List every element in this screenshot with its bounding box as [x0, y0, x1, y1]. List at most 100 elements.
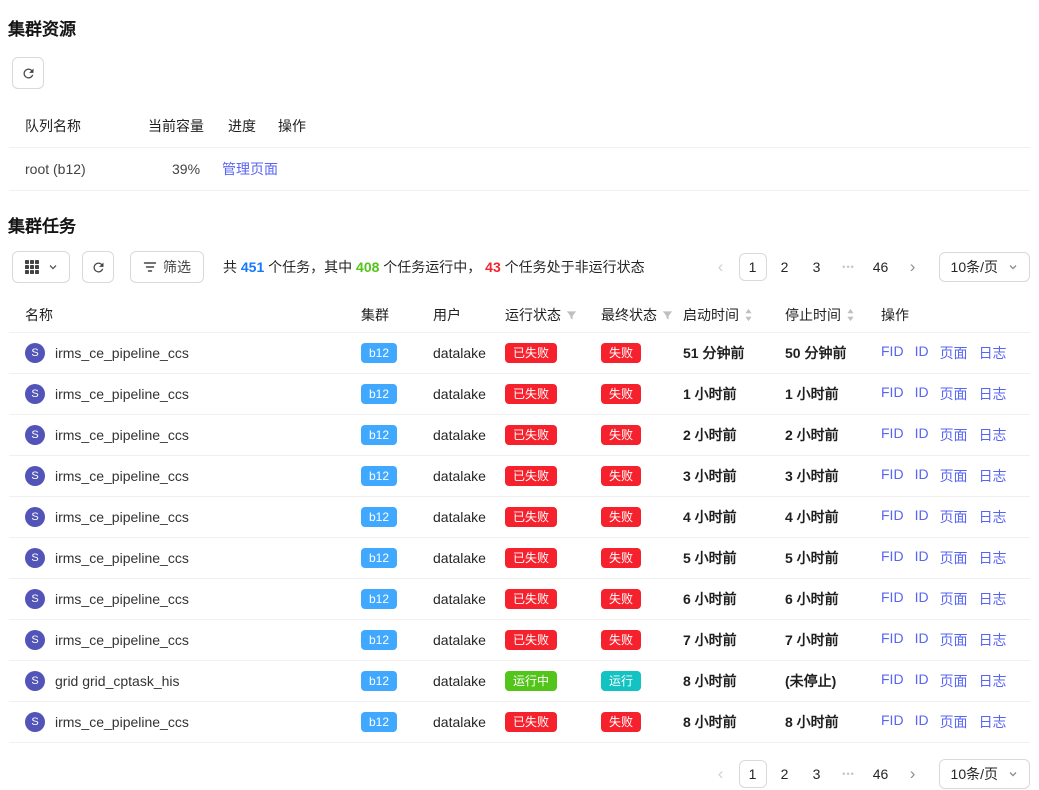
action-link-log[interactable]: 日志 [979, 630, 1007, 650]
pagination-ellipsis[interactable]: ••• [835, 253, 863, 281]
action-link-page[interactable]: 页面 [940, 548, 968, 568]
action-link-fid[interactable]: FID [881, 425, 904, 445]
action-link-log[interactable]: 日志 [979, 589, 1007, 609]
page-size-select[interactable]: 10条/页 [939, 759, 1030, 789]
action-link-log[interactable]: 日志 [979, 384, 1007, 404]
pagination-page-2[interactable]: 2 [771, 253, 799, 281]
task-row: S irms_ce_pipeline_ccs b12 datalake 已失败 … [9, 702, 1030, 743]
sort-icon[interactable] [846, 308, 855, 322]
cluster-badge: b12 [361, 507, 397, 527]
task-cluster-cell: b12 [361, 466, 433, 486]
pagination-prev-icon[interactable]: ‹ [707, 253, 735, 281]
action-link-page[interactable]: 页面 [940, 671, 968, 691]
col-stop-time-label: 停止时间 [785, 305, 841, 325]
action-link-id[interactable]: ID [915, 425, 929, 445]
stop-time: 6 小时前 [785, 589, 881, 609]
action-link-page[interactable]: 页面 [940, 384, 968, 404]
action-link-id[interactable]: ID [915, 548, 929, 568]
action-link-id[interactable]: ID [915, 712, 929, 732]
manage-page-link[interactable]: 管理页面 [222, 161, 278, 177]
action-link-page[interactable]: 页面 [940, 343, 968, 363]
pagination-next-icon[interactable]: › [899, 760, 927, 788]
task-run-status-cell: 运行中 [505, 671, 601, 691]
action-link-id[interactable]: ID [915, 507, 929, 527]
avatar: S [25, 630, 45, 650]
action-link-id[interactable]: ID [915, 671, 929, 691]
start-time: 2 小时前 [683, 425, 785, 445]
action-link-log[interactable]: 日志 [979, 507, 1007, 527]
cluster-badge: b12 [361, 589, 397, 609]
action-link-id[interactable]: ID [915, 466, 929, 486]
task-user: datalake [433, 509, 505, 525]
column-settings-dropdown[interactable] [12, 251, 70, 283]
action-link-fid[interactable]: FID [881, 712, 904, 732]
action-link-log[interactable]: 日志 [979, 712, 1007, 732]
action-link-log[interactable]: 日志 [979, 671, 1007, 691]
pagination-page-46[interactable]: 46 [867, 760, 895, 788]
action-link-fid[interactable]: FID [881, 671, 904, 691]
action-link-page[interactable]: 页面 [940, 425, 968, 445]
final-status-badge: 失败 [601, 384, 641, 404]
task-summary: 共 451 个任务，其中 408 个任务运行中， 43 个任务处于非运行状态 [223, 257, 645, 277]
task-actions: FID ID 页面日志 [881, 712, 1014, 732]
action-link-id[interactable]: ID [915, 589, 929, 609]
action-link-fid[interactable]: FID [881, 507, 904, 527]
action-link-page[interactable]: 页面 [940, 630, 968, 650]
task-cluster-cell: b12 [361, 630, 433, 650]
filter-button[interactable]: 筛选 [130, 251, 204, 283]
resources-refresh-button[interactable] [12, 57, 44, 89]
avatar: S [25, 589, 45, 609]
pagination-page-3[interactable]: 3 [803, 760, 831, 788]
action-link-fid[interactable]: FID [881, 548, 904, 568]
filter-funnel-icon[interactable] [662, 310, 673, 321]
task-final-status-cell: 失败 [601, 425, 683, 445]
page-size-select[interactable]: 10条/页 [939, 252, 1030, 282]
run-status-badge: 已失败 [505, 425, 557, 445]
action-link-fid[interactable]: FID [881, 466, 904, 486]
task-row: S irms_ce_pipeline_ccs b12 datalake 已失败 … [9, 538, 1030, 579]
pagination-page-2[interactable]: 2 [771, 760, 799, 788]
col-user-label: 用户 [433, 305, 461, 325]
page-size-label: 10条/页 [951, 764, 998, 784]
pagination-page-46[interactable]: 46 [867, 253, 895, 281]
pagination-page-1[interactable]: 1 [739, 760, 767, 788]
sort-icon[interactable] [744, 308, 753, 322]
pagination-prev-icon[interactable]: ‹ [707, 760, 735, 788]
action-link-page[interactable]: 页面 [940, 589, 968, 609]
start-time: 4 小时前 [683, 507, 785, 527]
task-final-status-cell: 失败 [601, 384, 683, 404]
action-link-log[interactable]: 日志 [979, 466, 1007, 486]
action-link-page[interactable]: 页面 [940, 466, 968, 486]
task-cluster-cell: b12 [361, 712, 433, 732]
tasks-refresh-button[interactable] [82, 251, 114, 283]
col-capacity: 当前容量 [148, 116, 228, 136]
start-time: 5 小时前 [683, 548, 785, 568]
run-status-badge: 已失败 [505, 630, 557, 650]
col-run-status-label: 运行状态 [505, 305, 561, 325]
pagination-ellipsis[interactable]: ••• [835, 760, 863, 788]
action-link-page[interactable]: 页面 [940, 712, 968, 732]
start-time: 51 分钟前 [683, 343, 785, 363]
avatar: S [25, 507, 45, 527]
task-run-status-cell: 已失败 [505, 507, 601, 527]
action-link-fid[interactable]: FID [881, 589, 904, 609]
pagination-page-3[interactable]: 3 [803, 253, 831, 281]
action-link-fid[interactable]: FID [881, 343, 904, 363]
action-link-log[interactable]: 日志 [979, 425, 1007, 445]
cluster-badge: b12 [361, 384, 397, 404]
task-row: S irms_ce_pipeline_ccs b12 datalake 已失败 … [9, 456, 1030, 497]
action-link-log[interactable]: 日志 [979, 343, 1007, 363]
action-link-id[interactable]: ID [915, 630, 929, 650]
action-link-fid[interactable]: FID [881, 630, 904, 650]
pagination-next-icon[interactable]: › [899, 253, 927, 281]
action-link-id[interactable]: ID [915, 343, 929, 363]
task-run-status-cell: 已失败 [505, 589, 601, 609]
action-link-page[interactable]: 页面 [940, 507, 968, 527]
action-link-fid[interactable]: FID [881, 384, 904, 404]
run-status-badge: 已失败 [505, 507, 557, 527]
action-link-id[interactable]: ID [915, 384, 929, 404]
pagination-page-1[interactable]: 1 [739, 253, 767, 281]
filter-funnel-icon[interactable] [566, 310, 577, 321]
task-final-status-cell: 失败 [601, 507, 683, 527]
action-link-log[interactable]: 日志 [979, 548, 1007, 568]
